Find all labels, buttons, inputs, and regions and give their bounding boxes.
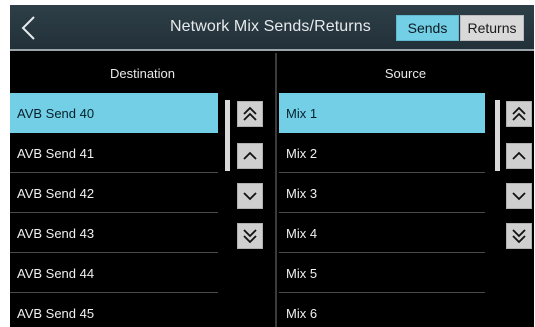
source-list: Mix 1 Mix 2 Mix 3 Mix 4 Mix 5 Mix 6	[279, 93, 485, 327]
destination-header: Destination	[109, 65, 176, 81]
chevron-down-icon	[512, 192, 526, 201]
source-item[interactable]: Mix 4	[279, 213, 485, 253]
double-chevron-up-icon	[512, 106, 526, 121]
source-scrollbar[interactable]	[495, 100, 500, 171]
destination-item[interactable]: AVB Send 44	[10, 253, 218, 293]
destination-item[interactable]: AVB Send 42	[10, 173, 218, 213]
destination-item-label: AVB Send 45	[17, 305, 95, 321]
destination-item-label: AVB Send 40	[17, 105, 95, 121]
source-down-button[interactable]	[506, 183, 532, 209]
tab-sends[interactable]: Sends	[396, 15, 459, 41]
destination-page-up-button[interactable]	[237, 101, 263, 127]
destination-item[interactable]: AVB Send 41	[10, 133, 218, 173]
source-panel: Source Mix 1 Mix 2 Mix 3 Mix 4 Mix 5 Mix…	[277, 53, 534, 327]
source-page-up-button[interactable]	[506, 101, 532, 127]
chevron-left-icon	[21, 16, 35, 40]
tab-returns[interactable]: Returns	[460, 15, 524, 41]
destination-item-label: AVB Send 41	[17, 145, 95, 161]
back-button[interactable]	[10, 5, 50, 51]
source-item[interactable]: Mix 3	[279, 173, 485, 213]
destination-scrollbar[interactable]	[225, 100, 230, 171]
destination-up-button[interactable]	[237, 143, 263, 169]
source-item-label: Mix 1	[286, 105, 318, 121]
source-item[interactable]: Mix 6	[279, 293, 485, 327]
double-chevron-up-icon	[243, 106, 257, 121]
destination-item-label: AVB Send 42	[17, 185, 95, 201]
header-bar: Network Mix Sends/Returns Sends Returns	[10, 5, 534, 51]
destination-panel: Destination AVB Send 40 AVB Send 41 AVB …	[10, 53, 275, 327]
destination-list: AVB Send 40 AVB Send 41 AVB Send 42 AVB …	[10, 93, 218, 327]
source-item-label: Mix 5	[286, 265, 318, 281]
chevron-up-icon	[243, 151, 257, 160]
destination-item[interactable]: AVB Send 45	[10, 293, 218, 327]
source-page-down-button[interactable]	[506, 223, 532, 249]
double-chevron-down-icon	[243, 229, 257, 244]
destination-item[interactable]: AVB Send 43	[10, 213, 218, 253]
destination-item-label: AVB Send 43	[17, 225, 95, 241]
double-chevron-down-icon	[512, 229, 526, 244]
destination-page-down-button[interactable]	[237, 223, 263, 249]
chevron-up-icon	[512, 151, 526, 160]
chevron-down-icon	[243, 192, 257, 201]
source-header: Source	[384, 65, 427, 81]
page-title: Network Mix Sends/Returns	[170, 18, 371, 35]
source-item-label: Mix 6	[286, 305, 318, 321]
mixer-screen: Network Mix Sends/Returns Sends Returns …	[10, 5, 534, 327]
destination-item[interactable]: AVB Send 40	[10, 93, 218, 133]
source-item[interactable]: Mix 2	[279, 133, 485, 173]
destination-down-button[interactable]	[237, 183, 263, 209]
destination-item-label: AVB Send 44	[17, 265, 95, 281]
source-item-label: Mix 4	[286, 225, 318, 241]
source-item-label: Mix 2	[286, 145, 318, 161]
source-up-button[interactable]	[506, 143, 532, 169]
source-item-label: Mix 3	[286, 185, 318, 201]
source-item[interactable]: Mix 1	[279, 93, 485, 133]
source-item[interactable]: Mix 5	[279, 253, 485, 293]
